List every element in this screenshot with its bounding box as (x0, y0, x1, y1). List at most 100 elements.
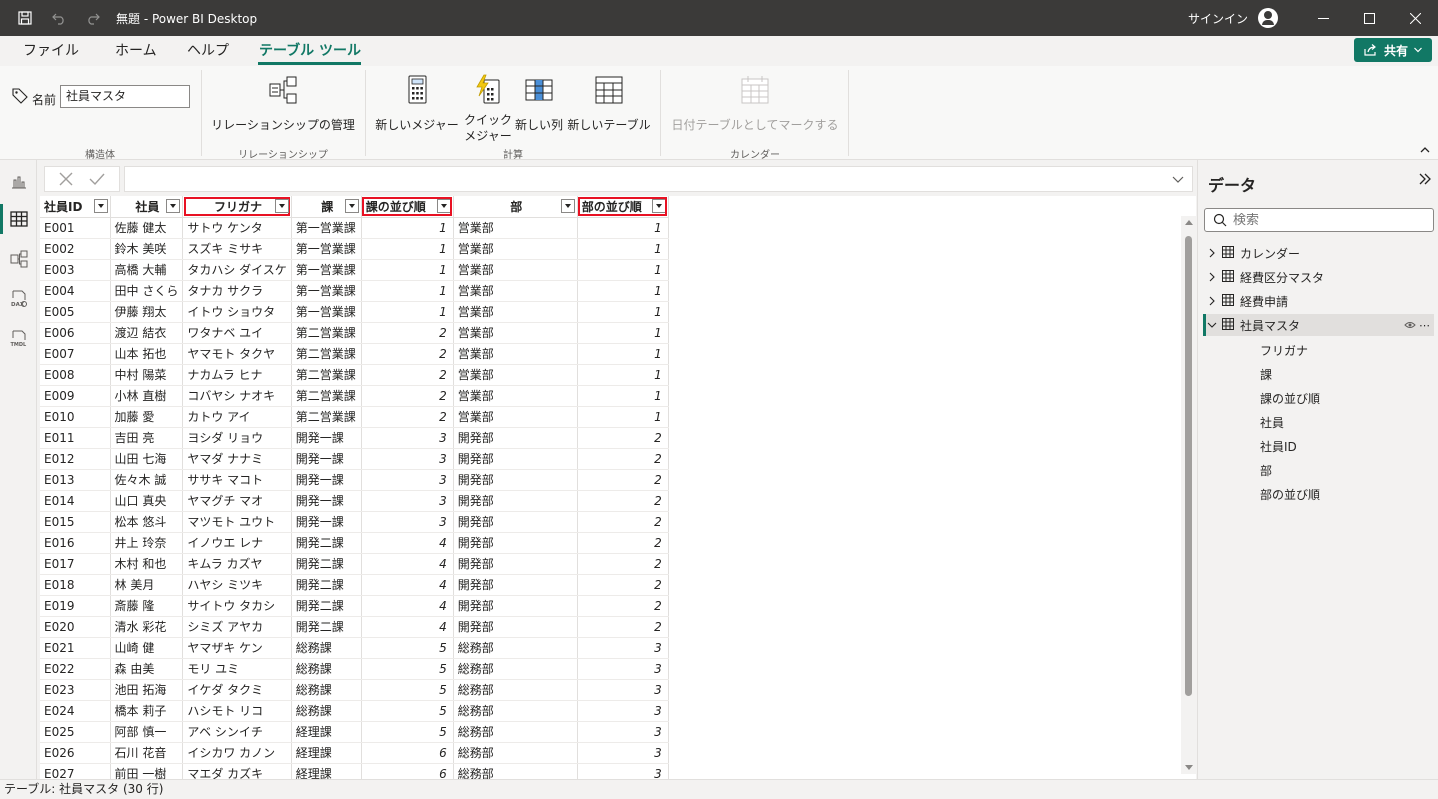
table-cell[interactable]: 1 (361, 301, 454, 323)
table-cell[interactable]: 5 (361, 679, 454, 701)
scroll-thumb[interactable] (1185, 236, 1192, 696)
table-cell[interactable]: E013 (40, 469, 111, 491)
table-cell[interactable]: 経理課 (291, 763, 362, 779)
table-cell[interactable]: 営業部 (453, 406, 578, 428)
table-cell[interactable]: E024 (40, 700, 111, 722)
field-item[interactable]: 部の並び順 (1260, 486, 1320, 503)
table-cell[interactable]: E009 (40, 385, 111, 407)
table-cell[interactable]: 2 (577, 616, 669, 638)
table-cell[interactable]: 加藤 愛 (110, 406, 184, 428)
table-cell[interactable]: E002 (40, 238, 111, 260)
column-header-highlighted[interactable]: フリガナ (182, 196, 292, 218)
table-cell[interactable]: 林 美月 (110, 574, 184, 596)
table-cell[interactable]: 経理課 (291, 721, 362, 743)
table-cell[interactable]: 営業部 (453, 217, 578, 239)
table-cell[interactable]: E005 (40, 301, 111, 323)
field-item[interactable]: 社員 (1260, 414, 1284, 431)
filter-dropdown-icon[interactable] (93, 199, 108, 214)
filter-dropdown-icon[interactable] (560, 199, 575, 214)
table-cell[interactable]: 1 (361, 217, 454, 239)
table-cell[interactable]: E010 (40, 406, 111, 428)
table-cell[interactable]: 総務課 (291, 658, 362, 680)
table-cell[interactable]: 渡辺 結衣 (110, 322, 184, 344)
table-cell[interactable]: 第二営業課 (291, 385, 362, 407)
table-cell[interactable]: 山本 拓也 (110, 343, 184, 365)
table-cell[interactable]: 開発一課 (291, 490, 362, 512)
table-cell[interactable]: 3 (361, 448, 454, 470)
collapse-pane-icon[interactable] (1418, 172, 1432, 186)
column-header[interactable]: 社員 (110, 196, 184, 218)
table-cell[interactable]: ヤマダ ナナミ (182, 448, 292, 470)
table-cell[interactable]: 4 (361, 574, 454, 596)
table-cell[interactable]: E003 (40, 259, 111, 281)
table-cell[interactable]: 営業部 (453, 280, 578, 302)
table-cell[interactable]: 総務部 (453, 658, 578, 680)
table-cell[interactable]: 経理課 (291, 742, 362, 764)
table-cell[interactable]: 総務部 (453, 700, 578, 722)
table-cell[interactable]: 開発二課 (291, 574, 362, 596)
table-cell[interactable]: 3 (577, 637, 669, 659)
table-cell[interactable]: 総務部 (453, 679, 578, 701)
table-cell[interactable]: 開発部 (453, 490, 578, 512)
table-cell[interactable]: 営業部 (453, 343, 578, 365)
table-cell[interactable]: E023 (40, 679, 111, 701)
table-cell[interactable]: 中村 陽菜 (110, 364, 184, 386)
table-cell[interactable]: 3 (577, 763, 669, 779)
table-cell[interactable]: 3 (577, 700, 669, 722)
table-cell[interactable]: 3 (577, 721, 669, 743)
table-cell[interactable]: イノウエ レナ (182, 532, 292, 554)
table-cell[interactable]: 阿部 慎一 (110, 721, 184, 743)
report-view-icon[interactable] (0, 162, 37, 200)
table-cell[interactable]: 山口 真央 (110, 490, 184, 512)
table-cell[interactable]: 開発部 (453, 553, 578, 575)
table-cell[interactable]: 開発二課 (291, 532, 362, 554)
table-cell[interactable]: E014 (40, 490, 111, 512)
table-cell[interactable]: E012 (40, 448, 111, 470)
table-cell[interactable]: 営業部 (453, 322, 578, 344)
table-cell[interactable]: 小林 直樹 (110, 385, 184, 407)
table-cell[interactable]: 2 (577, 469, 669, 491)
table-cell[interactable]: 1 (577, 217, 669, 239)
table-cell[interactable]: ワタナベ ユイ (182, 322, 292, 344)
table-cell[interactable]: 4 (361, 553, 454, 575)
table-cell[interactable]: 6 (361, 763, 454, 779)
table-cell[interactable]: サトウ ケンタ (182, 217, 292, 239)
close-button[interactable] (1392, 0, 1438, 36)
table-cell[interactable]: 2 (361, 385, 454, 407)
table-view-icon[interactable] (0, 200, 37, 238)
table-cell[interactable]: 池田 拓海 (110, 679, 184, 701)
tab-file[interactable]: ファイル (23, 40, 79, 60)
table-cell[interactable]: ヤマグチ マオ (182, 490, 292, 512)
table-cell[interactable]: 第一営業課 (291, 238, 362, 260)
table-cell[interactable]: 山崎 健 (110, 637, 184, 659)
new-table-button[interactable]: 新しいテーブル (566, 74, 652, 133)
tab-home[interactable]: ホーム (115, 40, 157, 60)
chevron-down-icon[interactable] (1204, 321, 1220, 329)
table-cell[interactable]: ヤマモト タクヤ (182, 343, 292, 365)
vertical-scrollbar[interactable] (1181, 216, 1196, 774)
table-cell[interactable]: 4 (361, 532, 454, 554)
table-cell[interactable]: 総務部 (453, 763, 578, 779)
table-cell[interactable]: スズキ ミサキ (182, 238, 292, 260)
table-cell[interactable]: 1 (577, 238, 669, 260)
table-cell[interactable]: 井上 玲奈 (110, 532, 184, 554)
table-cell[interactable]: 営業部 (453, 238, 578, 260)
table-cell[interactable]: 松本 悠斗 (110, 511, 184, 533)
table-cell[interactable]: 総務部 (453, 637, 578, 659)
table-cell[interactable]: 第二営業課 (291, 322, 362, 344)
share-button[interactable]: 共有 (1354, 38, 1432, 62)
table-cell[interactable]: 開発部 (453, 469, 578, 491)
table-cell[interactable]: E017 (40, 553, 111, 575)
table-cell[interactable]: マツモト ユウト (182, 511, 292, 533)
table-cell[interactable]: 総務課 (291, 679, 362, 701)
table-cell[interactable]: コバヤシ ナオキ (182, 385, 292, 407)
table-cell[interactable]: E001 (40, 217, 111, 239)
new-measure-button[interactable]: 新しいメジャー (374, 74, 460, 133)
table-cell[interactable]: ヨシダ リョウ (182, 427, 292, 449)
table-cell[interactable]: 1 (577, 406, 669, 428)
table-cell[interactable]: 斎藤 隆 (110, 595, 184, 617)
table-cell[interactable]: E006 (40, 322, 111, 344)
table-cell[interactable]: 前田 一樹 (110, 763, 184, 779)
table-cell[interactable]: 第一営業課 (291, 259, 362, 281)
table-cell[interactable]: 1 (361, 280, 454, 302)
